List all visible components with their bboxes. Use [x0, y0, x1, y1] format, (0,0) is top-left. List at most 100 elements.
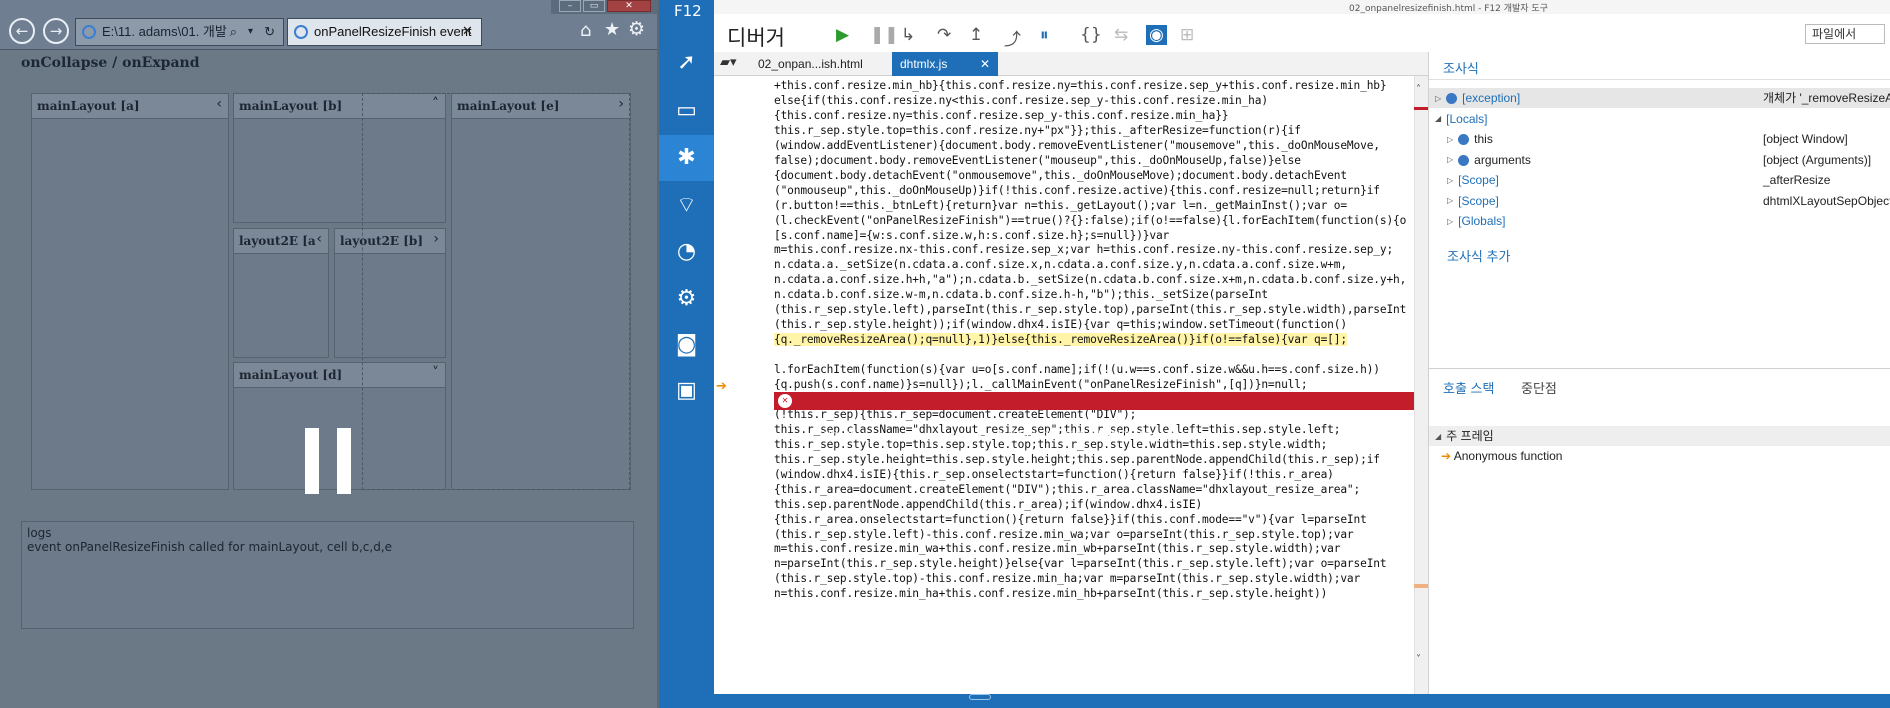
expand-icon[interactable]: ▷ [1447, 150, 1453, 170]
code-line: {this.r_area.onselectstart=function(){re… [774, 512, 1367, 526]
home-icon[interactable]: ⌂ [580, 20, 591, 41]
maximize-icon[interactable]: ▭ [583, 0, 605, 12]
tab-title: onPanelResizeFinish event [314, 24, 472, 39]
console-icon[interactable]: ▭ [659, 88, 714, 134]
break-icon[interactable]: ❚❚ [870, 25, 899, 45]
add-watch-link[interactable]: 조사식 추가 [1447, 246, 1510, 265]
scroll-up-icon[interactable]: ˄ [1416, 84, 1421, 95]
watch-row[interactable]: ▷ arguments [object (Arguments)] [1429, 150, 1890, 170]
chevron-left-icon[interactable]: ‹ [216, 96, 222, 112]
code-line: {this.conf.resize.ny=this.conf.resize.se… [774, 108, 1229, 122]
page-title: onCollapse / onExpand [21, 55, 200, 71]
ie-page-icon [82, 25, 96, 39]
tab-call-stack[interactable]: 호출 스택 [1443, 378, 1494, 397]
watch-name-text: [Scope] [1458, 173, 1499, 187]
close-icon[interactable]: ✕ [980, 52, 990, 76]
step-into-icon[interactable]: ↳ [901, 25, 915, 45]
expand-icon[interactable]: ▷ [1435, 89, 1441, 109]
current-frame-arrow-icon: ➔ [1441, 449, 1452, 463]
expand-icon[interactable]: ▷ [1447, 171, 1453, 191]
watch-row[interactable]: ▷ this [object Window] [1429, 129, 1890, 149]
code-line: n.cdata.b.conf.size.w-m,n.cdata.b.conf.s… [774, 288, 1268, 302]
expand-icon[interactable]: ▷ [1447, 130, 1453, 150]
code-line: m=this.conf.resize.min_wa+this.conf.resi… [774, 542, 1341, 556]
network-icon[interactable]: ⌔ [659, 183, 714, 229]
tab-close-icon[interactable]: ✕ [462, 18, 473, 46]
watch-name-text: [Locals] [1446, 111, 1488, 126]
break-on-new-worker-icon[interactable]: ⤴ [1004, 25, 1021, 50]
f12-label: F12 [674, 2, 702, 20]
browser-toolbar: – ▭ ✕ ← → E:\11. adams\01. 개발 ⌕ ▾ ↻ onPa… [0, 0, 657, 50]
find-in-file-input[interactable]: 파일에서 [1805, 24, 1885, 44]
address-bar[interactable]: E:\11. adams\01. 개발 ⌕ ▾ ↻ [75, 18, 284, 46]
search-icon[interactable]: ⌕ [230, 19, 237, 45]
tab-dhtmlx-js[interactable]: dhtmlx.js ✕ [892, 52, 998, 76]
code-line: +this.conf.resize.min_hb}{this.conf.resi… [774, 79, 1387, 92]
chevron-left-icon[interactable]: ‹ [316, 231, 322, 247]
code-line: [s.conf.name]={w:s.conf.size.w,h:s.conf.… [774, 228, 1170, 242]
watch-row[interactable]: ◢ [Locals] [1429, 109, 1890, 129]
memory-icon[interactable]: ⚙ [659, 276, 714, 322]
expand-icon[interactable]: ▷ [1447, 212, 1453, 232]
code-line: {document.body.detachEvent("onmousemove"… [774, 168, 1347, 182]
tab-onpanelresizefinish[interactable]: onPanelResizeFinish event [287, 18, 482, 46]
watch-row[interactable]: ▷ [Globals] [1429, 211, 1890, 231]
resize-grip-icon[interactable] [969, 694, 991, 700]
gear-icon[interactable]: ⚙ [628, 18, 645, 40]
refresh-icon[interactable]: ↻ [264, 19, 275, 45]
frame-group-header[interactable]: ◢ 주 프레임 [1429, 426, 1890, 446]
source-map-icon[interactable]: ⊞ [1180, 25, 1194, 45]
step-over-icon[interactable]: ↷ [937, 25, 951, 45]
favorites-star-icon[interactable]: ★ [604, 19, 620, 40]
watch-value: 개체가 '_removeResizeAr [1763, 91, 1890, 105]
error-icon: ✕ [778, 394, 792, 408]
step-out-icon[interactable]: ↥ [969, 25, 983, 45]
paused-in-debugger-icon [305, 428, 351, 494]
debugger-bug-icon[interactable]: ✱ [659, 135, 714, 181]
scroll-down-icon[interactable]: ˅ [1416, 654, 1421, 665]
scrollbar-marker [1414, 584, 1428, 588]
back-icon[interactable]: ← [9, 18, 35, 44]
code-line: ("onmouseup",this._doOnMouseUp)}if(!this… [774, 183, 1380, 197]
watch-name-text: [exception] [1462, 91, 1521, 105]
forward-icon[interactable]: → [43, 18, 69, 44]
exception-behavior-icon[interactable]: ⏸ [1040, 25, 1049, 45]
call-stack-frame[interactable]: ➔ Anonymous function [1441, 446, 1562, 466]
pretty-print-icon[interactable]: {} [1080, 25, 1102, 45]
watch-name-text: arguments [1474, 152, 1531, 167]
word-wrap-icon[interactable]: ⇆ [1114, 25, 1128, 45]
tab-breakpoints[interactable]: 중단점 [1521, 378, 1557, 397]
continue-icon[interactable]: ▶ [836, 25, 849, 45]
tab-html-file[interactable]: 02_onpan...ish.html [750, 52, 871, 76]
expand-icon[interactable]: ▷ [1447, 191, 1453, 211]
code-line: n.cdata.a._setSize(n.cdata.a.conf.size.x… [774, 258, 1347, 272]
window-controls: – ▭ ✕ [551, 0, 657, 14]
code-scrollbar[interactable]: ˄ ˅ [1414, 76, 1428, 694]
watch-row[interactable]: ▷ [Scope] _afterResize [1429, 170, 1890, 190]
minimize-icon[interactable]: – [559, 0, 581, 12]
watch-name: ▷ this [1447, 129, 1493, 150]
watch-name: ▷ [Scope] [1447, 170, 1499, 191]
select-element-icon[interactable]: ➚ [659, 40, 714, 86]
watch-name: ▷ arguments [1447, 150, 1531, 171]
watch-row[interactable]: ▷ [Scope] dhtmlXLayoutSepObject [1429, 191, 1890, 211]
code-line: (this.r_sep.style.left)-this.conf.resize… [774, 527, 1354, 541]
emulation-icon[interactable]: ▣ [659, 368, 714, 414]
watch-row[interactable]: ▷ [exception] 개체가 '_removeResizeAr [1429, 88, 1890, 108]
log-line: event onPanelResizeFinish called for mai… [27, 540, 393, 554]
cell-mainlayout-a: mainLayout [a] ‹ [31, 93, 229, 490]
just-my-code-icon[interactable]: ◉ [1146, 25, 1167, 45]
dropdown-icon[interactable]: ▾ [248, 19, 253, 45]
performance-gauge-icon[interactable]: ◔ [659, 229, 714, 275]
code-line: {this.r_area=document.createElement("DIV… [774, 482, 1361, 496]
logs-panel: logs event onPanelResizeFinish called fo… [21, 521, 634, 629]
tab-label: dhtmlx.js [900, 57, 948, 71]
collapse-icon[interactable]: ◢ [1435, 109, 1441, 129]
object-icon [1458, 134, 1470, 146]
watch-name: ▷ [exception] [1435, 88, 1520, 109]
folder-icon[interactable]: ▰▾ [720, 55, 737, 70]
camera-icon[interactable]: ◙ [659, 322, 714, 368]
code-editor[interactable]: ➔ +this.conf.resize.min_hb}{this.conf.re… [714, 76, 1414, 694]
close-window-icon[interactable]: ✕ [607, 0, 651, 12]
frame-group-label: 주 프레임 [1446, 429, 1494, 443]
